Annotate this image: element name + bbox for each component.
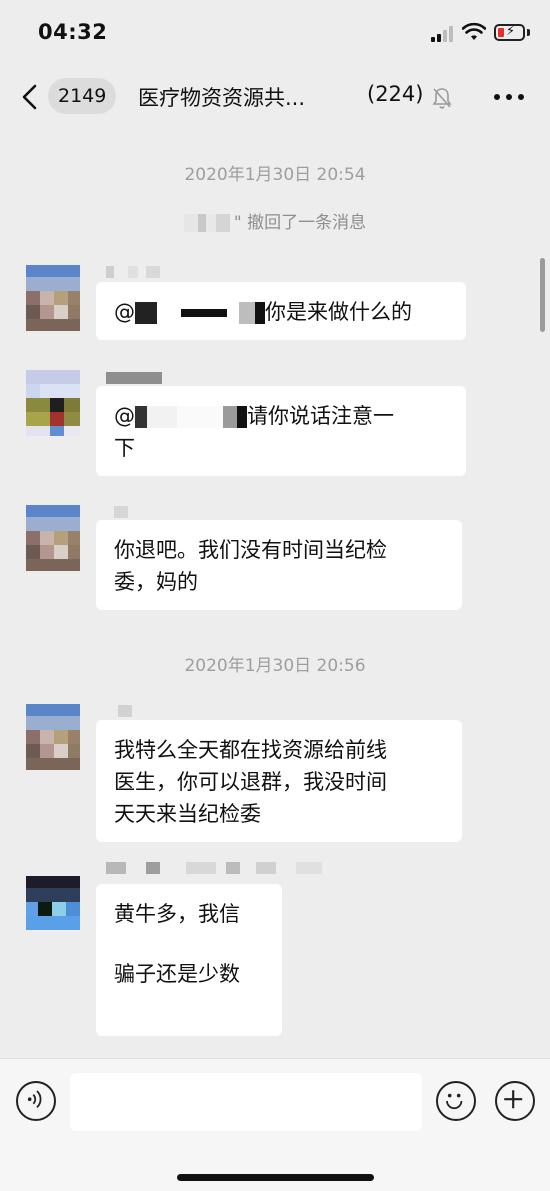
input-bar: [0, 1058, 550, 1191]
mention-prefix: @: [114, 404, 135, 428]
scrollbar[interactable]: [540, 258, 545, 332]
signal-icon: [431, 26, 457, 42]
avatar[interactable]: [26, 876, 80, 930]
more-dots-icon[interactable]: [494, 94, 524, 100]
message-input[interactable]: [70, 1073, 422, 1131]
status-time: 04:32: [38, 20, 108, 44]
sender-name-blurred: [106, 862, 346, 876]
blurred-name: [183, 214, 230, 232]
recall-notice: " 撤回了一条消息: [0, 208, 550, 233]
voice-icon[interactable]: [16, 1081, 56, 1121]
chat-header: 2149 医疗物资资源共... (224): [0, 66, 550, 128]
message-text-line2: 下: [114, 436, 135, 460]
avatar[interactable]: [26, 265, 80, 331]
message-bubble[interactable]: 我特么全天都在找资源给前线 医生，你可以退群，我没时间 天天来当纪检委: [96, 720, 462, 842]
home-indicator[interactable]: [177, 1174, 374, 1181]
bell-off-icon: [432, 88, 452, 109]
message-text: 请你说话注意一: [247, 404, 394, 428]
battery-cap: [527, 29, 530, 36]
emoji-icon[interactable]: [436, 1081, 476, 1121]
message-text-line2: 骗子还是少数: [114, 962, 240, 986]
sender-name-blurred: [106, 705, 136, 719]
plus-icon[interactable]: [495, 1081, 535, 1121]
message-text: 你是来做什么的: [265, 300, 412, 324]
timestamp: 2020年1月30日 20:56: [184, 656, 366, 676]
timestamp: 2020年1月30日 20:54: [184, 165, 366, 185]
chat-title[interactable]: 医疗物资资源共...: [138, 82, 305, 112]
chevron-left-icon[interactable]: [20, 84, 42, 110]
message-bubble[interactable]: @ 你是来做什么的: [96, 282, 466, 340]
avatar[interactable]: [26, 505, 80, 571]
blurred-mention: [135, 302, 157, 324]
message-text-line2: 医生，你可以退群，我没时间: [114, 770, 387, 794]
sender-name-blurred: [106, 506, 136, 520]
avatar[interactable]: [26, 704, 80, 770]
message-bubble[interactable]: @ 请你说话注意一 下: [96, 386, 466, 476]
message-text: 黄牛多，我信: [114, 902, 240, 926]
battery-icon: ⚡: [494, 24, 525, 41]
message-text-line2: 委，妈的: [114, 570, 198, 594]
blurred-mention: [135, 406, 147, 428]
status-bar: 04:32 ⚡: [0, 0, 550, 66]
message-text: 我特么全天都在找资源给前线: [114, 738, 387, 762]
message-bubble[interactable]: 黄牛多，我信 骗子还是少数: [96, 884, 282, 1036]
recall-text: " 撤回了一条消息: [233, 213, 367, 233]
message-text: 你退吧。我们没有时间当纪检: [114, 538, 387, 562]
member-count: (224): [367, 82, 424, 106]
message-text-line3: 天天来当纪检委: [114, 802, 261, 826]
message-bubble[interactable]: 你退吧。我们没有时间当纪检 委，妈的: [96, 520, 462, 610]
unread-count-badge[interactable]: 2149: [48, 78, 117, 114]
wifi-icon: [462, 22, 486, 40]
sender-name-blurred: [106, 266, 166, 280]
avatar[interactable]: [26, 370, 80, 436]
mention-prefix: @: [114, 300, 135, 324]
sender-name-blurred: [106, 372, 162, 386]
